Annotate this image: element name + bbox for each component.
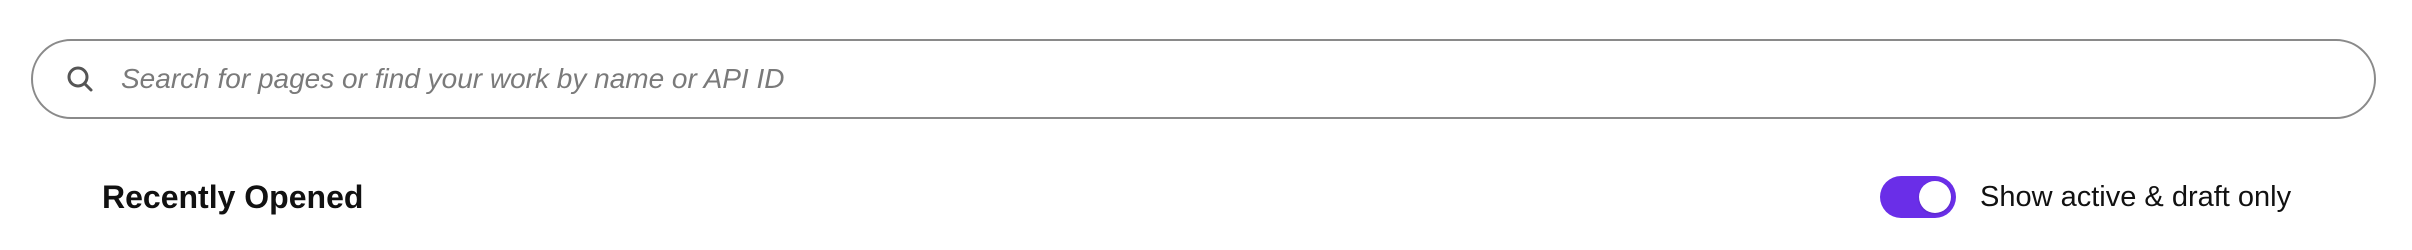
toggle-switch[interactable] <box>1880 176 1956 218</box>
toggle-knob <box>1919 181 1951 213</box>
search-input[interactable] <box>121 56 2346 102</box>
active-draft-filter-toggle[interactable]: Show active & draft only <box>1880 176 2291 218</box>
page-root: Recently Opened Show active & draft only <box>0 0 2412 250</box>
recently-opened-title: Recently Opened <box>102 179 364 215</box>
search-icon <box>63 62 97 96</box>
search-bar[interactable] <box>31 39 2376 119</box>
recently-opened-header: Recently Opened <box>102 176 363 218</box>
toggle-label: Show active & draft only <box>1980 181 2292 213</box>
